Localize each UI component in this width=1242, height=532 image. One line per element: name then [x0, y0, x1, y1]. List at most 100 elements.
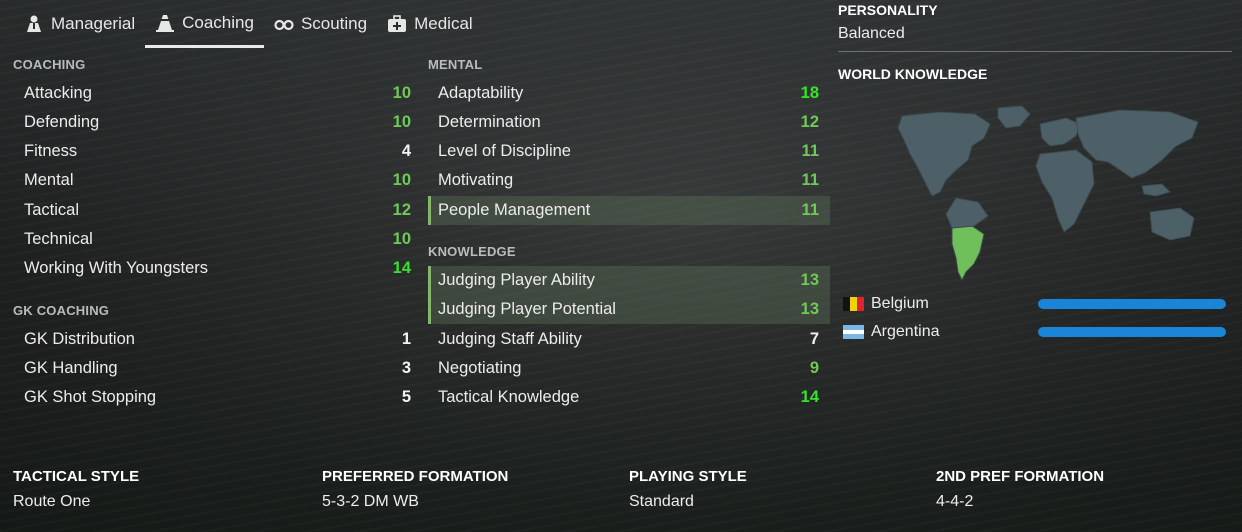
footer-label: PLAYING STYLE	[629, 468, 747, 485]
playing-style: PLAYING STYLE Standard	[629, 468, 747, 511]
attribute-row[interactable]: Tactical 12	[14, 196, 422, 225]
attribute-value: 13	[800, 271, 819, 289]
attribute-row[interactable]: Motivating 11	[428, 166, 830, 195]
attribute-label: Tactical Knowledge	[438, 388, 580, 406]
attribute-value: 18	[800, 84, 819, 102]
divider	[838, 51, 1232, 52]
tactical-style: TACTICAL STYLE Route One	[13, 468, 139, 511]
country-row-argentina[interactable]: Argentina	[843, 320, 940, 344]
attribute-row[interactable]: Negotiating 9	[428, 354, 830, 383]
footer-value: Route One	[13, 493, 91, 510]
attribute-value: 1	[401, 330, 411, 348]
attribute-label: GK Handling	[24, 359, 118, 377]
world-knowledge-heading: WORLD KNOWLEDGE	[838, 66, 988, 82]
tab-medical[interactable]: Medical	[377, 0, 483, 48]
attribute-row-highlighted[interactable]: Judging Player Potential 13	[428, 295, 830, 324]
attribute-value: 12	[392, 201, 411, 219]
second-preferred-formation: 2ND PREF FORMATION 4-4-2	[936, 468, 1104, 511]
attribute-row[interactable]: Attacking 10	[14, 79, 422, 108]
attribute-row[interactable]: Determination 12	[428, 108, 830, 137]
attribute-label: Motivating	[438, 171, 514, 189]
knowledge-bar-argentina	[1038, 327, 1226, 337]
attribute-label: Judging Player Ability	[438, 271, 595, 289]
world-map	[897, 105, 1199, 282]
attribute-row[interactable]: Defending 10	[14, 108, 422, 137]
tab-label: Scouting	[300, 14, 368, 33]
attribute-label: Determination	[438, 113, 541, 131]
attribute-label: Mental	[24, 171, 74, 189]
personality-heading: PERSONALITY	[838, 2, 938, 18]
attribute-label: Adaptability	[438, 84, 524, 102]
attribute-label: Defending	[24, 113, 100, 131]
section-title-coaching: COACHING	[13, 57, 86, 72]
attribute-value: 11	[801, 201, 819, 219]
tab-bar: Managerial Coaching Scouting Medical	[14, 0, 483, 50]
attribute-label: Negotiating	[438, 359, 522, 377]
cone-icon	[156, 14, 175, 32]
attribute-row[interactable]: Level of Discipline 11	[428, 137, 830, 166]
attribute-label: People Management	[438, 201, 591, 219]
attribute-value: 14	[800, 388, 819, 406]
preferred-formation: PREFERRED FORMATION 5-3-2 DM WB	[322, 468, 508, 511]
country-name: Belgium	[871, 295, 929, 312]
tab-label: Managerial	[51, 14, 136, 33]
attribute-row-highlighted[interactable]: Judging Player Ability 13	[428, 266, 830, 295]
tab-coaching[interactable]: Coaching	[145, 0, 264, 48]
footer-label: PREFERRED FORMATION	[322, 468, 509, 485]
attribute-row[interactable]: GK Distribution 1	[14, 325, 422, 354]
south-america-highlight	[951, 225, 985, 282]
tab-label: Coaching	[182, 12, 254, 32]
tab-scouting[interactable]: Scouting	[264, 0, 377, 48]
section-title-gk-coaching: GK COACHING	[13, 303, 110, 318]
attribute-label: Judging Staff Ability	[438, 330, 582, 348]
attribute-value: 12	[800, 113, 819, 131]
person-icon	[27, 15, 41, 32]
attribute-value: 14	[392, 259, 411, 277]
attribute-label: Judging Player Potential	[438, 300, 616, 318]
section-title-knowledge: KNOWLEDGE	[428, 244, 516, 259]
attribute-label: GK Shot Stopping	[24, 388, 157, 406]
binoculars-icon	[274, 19, 294, 31]
attribute-row-highlighted[interactable]: People Management 11	[428, 196, 830, 225]
footer-label: TACTICAL STYLE	[13, 468, 140, 485]
country-row-belgium[interactable]: Belgium	[843, 292, 929, 316]
attribute-label: GK Distribution	[24, 330, 135, 348]
attribute-label: Fitness	[24, 142, 78, 160]
footer-value: 4-4-2	[936, 493, 974, 510]
tab-managerial[interactable]: Managerial	[14, 0, 145, 48]
attribute-row[interactable]: Technical 10	[14, 225, 422, 254]
attribute-value: 11	[801, 171, 819, 189]
attribute-row[interactable]: Adaptability 18	[428, 79, 830, 108]
medical-kit-icon	[388, 15, 407, 32]
attribute-row[interactable]: Working With Youngsters 14	[14, 254, 422, 283]
attribute-value: 13	[800, 300, 819, 318]
attribute-row[interactable]: Tactical Knowledge 14	[428, 383, 830, 412]
attribute-row[interactable]: Judging Staff Ability 7	[428, 325, 830, 354]
attribute-label: Working With Youngsters	[24, 259, 209, 277]
attribute-value: 10	[392, 113, 411, 131]
attribute-value: 5	[401, 388, 411, 406]
section-title-mental: MENTAL	[428, 57, 483, 72]
attribute-label: Technical	[24, 230, 93, 248]
attribute-row[interactable]: GK Handling 3	[14, 354, 422, 383]
attribute-value: 4	[401, 142, 411, 160]
attribute-value: 10	[392, 171, 411, 189]
attribute-label: Attacking	[24, 84, 92, 102]
attribute-value: 9	[809, 359, 819, 377]
argentina-flag-icon	[843, 325, 864, 340]
tab-label: Medical	[414, 14, 473, 33]
attribute-value: 10	[392, 230, 411, 248]
attribute-row[interactable]: Fitness 4	[14, 137, 422, 166]
country-name: Argentina	[871, 323, 940, 340]
attribute-row[interactable]: Mental 10	[14, 166, 422, 195]
attribute-value: 7	[809, 330, 819, 348]
attribute-row[interactable]: GK Shot Stopping 5	[14, 383, 422, 412]
belgium-flag-icon	[843, 297, 864, 311]
footer-label: 2ND PREF FORMATION	[936, 468, 1105, 485]
footer-value: 5-3-2 DM WB	[322, 493, 419, 510]
knowledge-bar-belgium	[1038, 299, 1226, 309]
attribute-label: Level of Discipline	[438, 142, 571, 160]
footer-value: Standard	[629, 493, 694, 510]
attribute-value: 11	[801, 142, 819, 160]
attribute-value: 10	[392, 84, 411, 102]
